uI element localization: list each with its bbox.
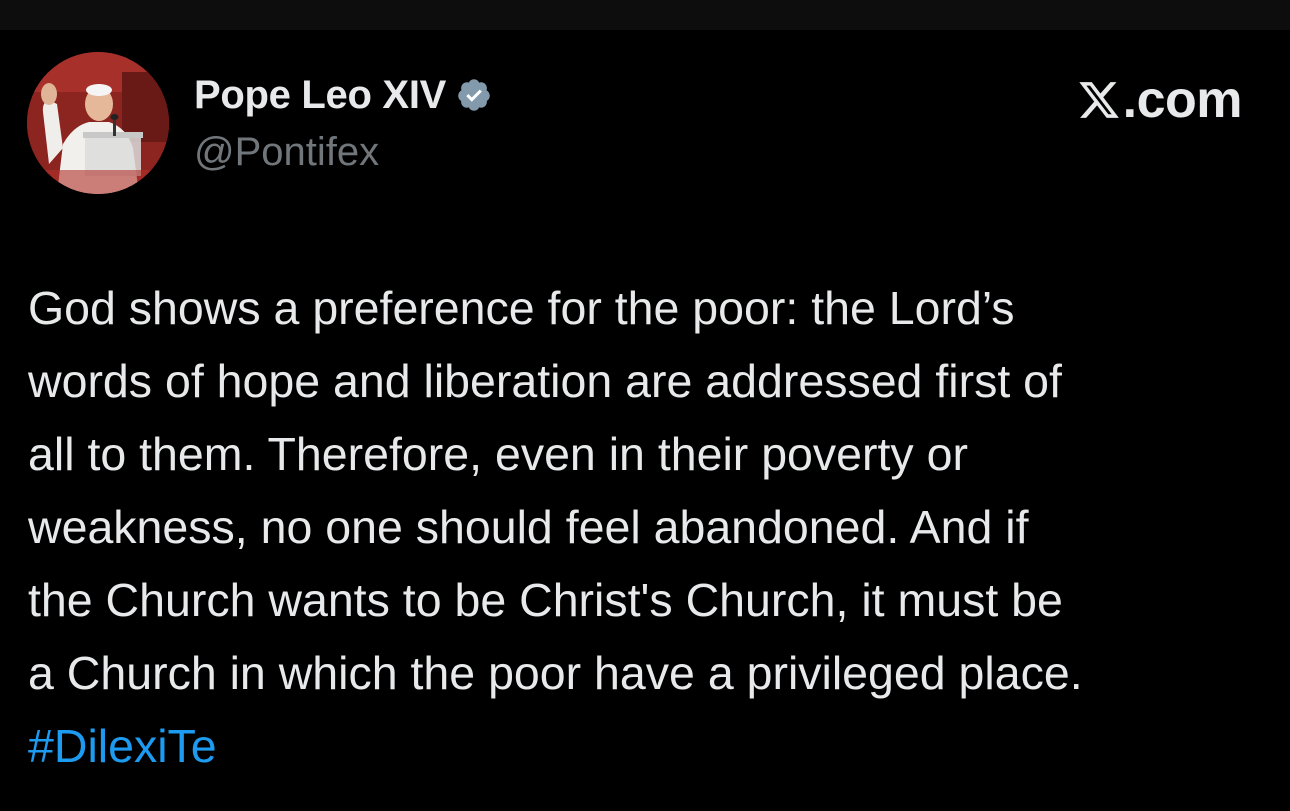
tweet-text-line: words of hope and liberation are address…	[28, 355, 1062, 407]
author-name-row: Pope Leo XIV	[194, 70, 492, 120]
tweet-text: God shows a preference for the poor: the…	[28, 272, 1278, 783]
tweet-text-line: God shows a preference for the poor: the…	[28, 282, 1015, 334]
brand-watermark: .com	[1077, 71, 1243, 129]
tweet-text-line: all to them. Therefore, even in their po…	[28, 428, 968, 480]
top-strip	[0, 0, 1290, 30]
author-handle[interactable]: @Pontifex	[194, 130, 379, 175]
avatar[interactable]	[27, 52, 169, 194]
tweet-text-line: weakness, no one should feel abandoned. …	[28, 501, 1029, 553]
x-logo-icon	[1077, 78, 1121, 122]
author-display-name[interactable]: Pope Leo XIV	[194, 73, 446, 118]
tweet-text-line: a Church in which the poor have a privil…	[28, 647, 1083, 699]
tweet-text-line: the Church wants to be Christ's Church, …	[28, 574, 1063, 626]
brand-domain-text: .com	[1122, 71, 1243, 129]
hashtag-link[interactable]: #DilexiTe	[28, 710, 1278, 783]
avatar-photo	[27, 52, 169, 194]
verified-badge-icon	[456, 77, 492, 113]
